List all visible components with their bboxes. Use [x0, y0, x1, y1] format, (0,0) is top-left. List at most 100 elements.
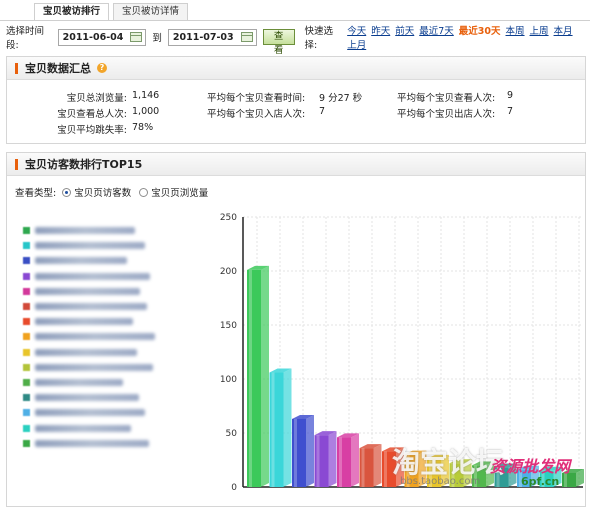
quick-select-link[interactable]: 最近7天 — [419, 26, 454, 37]
legend-swatch — [23, 348, 30, 356]
avg-enter-label: 平均每个宝贝入店人次: — [207, 109, 306, 120]
legend-swatch — [23, 242, 30, 250]
view-type-selector: 查看类型: 宝贝页访客数 宝贝页浏览量 — [15, 185, 208, 199]
legend-swatch — [23, 363, 30, 371]
legend-label-redacted — [35, 257, 127, 265]
legend-item[interactable] — [23, 375, 155, 390]
avg-view-time-value: 9 分27 秒 — [319, 93, 363, 104]
radio-visitors-label[interactable]: 宝贝页访客数 — [74, 185, 131, 199]
legend-label-redacted — [35, 363, 153, 371]
legend-item[interactable] — [23, 238, 155, 253]
calendar-icon[interactable] — [240, 32, 253, 42]
radio-pageviews[interactable] — [139, 187, 149, 197]
avg-exit-value: 7 — [507, 106, 514, 117]
bar[interactable] — [269, 368, 292, 487]
watermark-url: bbs.taobao.com — [400, 476, 481, 487]
bar[interactable] — [314, 431, 337, 487]
start-date-input[interactable]: 2011-06-04 — [57, 28, 147, 46]
radio-visitors[interactable] — [62, 187, 72, 197]
rank-title: 宝贝访客数排行TOP15 — [25, 158, 143, 171]
quick-select-link[interactable]: 最近30天 — [459, 26, 501, 37]
legend-swatch — [23, 409, 30, 417]
help-icon[interactable]: ? — [97, 63, 107, 73]
quick-select-link[interactable]: 今天 — [347, 26, 366, 37]
watermark-site-url: 6pf.cn — [521, 475, 560, 488]
y-tick-label: 0 — [231, 483, 237, 493]
legend-label-redacted — [35, 272, 150, 280]
summary-panel: 宝贝数据汇总 ? 宝贝总浏览量: 1,146 宝贝查看总人次: 1,000 宝贝… — [6, 56, 586, 144]
legend-item[interactable] — [23, 436, 155, 451]
y-tick-label: 100 — [220, 375, 237, 385]
summary-title: 宝贝数据汇总 — [25, 62, 91, 75]
legend-item[interactable] — [23, 253, 155, 268]
legend-item[interactable] — [23, 314, 155, 329]
legend-swatch — [23, 318, 30, 326]
quick-select-link[interactable]: 昨天 — [371, 26, 390, 37]
total-visits-label: 宝贝查看总人次: — [57, 109, 127, 120]
tab-item-detail[interactable]: 宝贝被访详情 — [113, 3, 189, 20]
total-views-value: 1,146 — [132, 90, 160, 101]
bar[interactable] — [359, 444, 382, 487]
legend-swatch — [23, 424, 30, 432]
bar[interactable] — [247, 265, 269, 487]
legend-swatch — [23, 439, 30, 447]
bar[interactable] — [292, 414, 314, 487]
legend-item[interactable] — [23, 329, 155, 344]
quick-select-links: 今天 昨天 前天 最近7天 最近30天 本周 上周 本月上月 — [347, 23, 586, 51]
y-tick-label: 150 — [220, 321, 237, 331]
rank-panel: 宝贝访客数排行TOP15 查看类型: 宝贝页访客数 宝贝页浏览量 0 50 100 1… — [6, 152, 586, 507]
legend-swatch — [23, 378, 30, 386]
tab-item-rank[interactable]: 宝贝被访排行 — [34, 3, 110, 21]
quick-select-link[interactable]: 本月 — [554, 26, 573, 37]
quick-select-link[interactable]: 前天 — [395, 26, 414, 37]
legend-item[interactable] — [23, 345, 155, 360]
date-to-label: 到 — [152, 33, 162, 44]
header-marker — [15, 158, 18, 170]
legend-item[interactable] — [23, 390, 155, 405]
legend-item[interactable] — [23, 360, 155, 375]
avg-exit-label: 平均每个宝贝出店人次: — [397, 109, 496, 120]
legend-item[interactable] — [23, 420, 155, 435]
summary-header: 宝贝数据汇总 ? — [7, 57, 585, 80]
legend-label-redacted — [35, 242, 145, 250]
legend-label-redacted — [35, 333, 155, 341]
calendar-icon[interactable] — [130, 32, 143, 42]
legend-label-redacted — [35, 394, 139, 402]
legend-item[interactable] — [23, 405, 155, 420]
date-range-label: 选择时间段: — [6, 26, 45, 51]
total-visits-value: 1,000 — [132, 106, 160, 117]
legend-label-redacted — [35, 287, 140, 295]
watermark-site-name: 资源批发网 — [490, 457, 571, 476]
y-tick-label: 200 — [220, 267, 237, 277]
start-date-value: 2011-06-04 — [62, 31, 124, 43]
query-button[interactable]: 查看 — [262, 29, 295, 56]
legend-label-redacted — [35, 424, 131, 432]
legend-label-redacted — [35, 378, 123, 386]
avg-enter-value: 7 — [319, 106, 326, 117]
quick-select-link[interactable]: 上周 — [530, 26, 549, 37]
legend-swatch — [23, 272, 30, 280]
bar[interactable] — [337, 433, 359, 487]
y-tick-label: 50 — [226, 429, 238, 439]
legend-label-redacted — [35, 227, 135, 235]
legend-item[interactable] — [23, 299, 155, 314]
legend-item[interactable] — [23, 223, 155, 238]
quick-select-link[interactable]: 本周 — [506, 26, 525, 37]
legend-swatch — [23, 394, 30, 402]
radio-pageviews-label[interactable]: 宝贝页浏览量 — [151, 185, 208, 199]
end-date-input[interactable]: 2011-07-03 — [167, 28, 257, 46]
legend-swatch — [23, 287, 30, 295]
legend-label-redacted — [35, 318, 133, 326]
legend-swatch — [23, 303, 30, 311]
legend-swatch — [23, 257, 30, 265]
legend-item[interactable] — [23, 269, 155, 284]
legend-item[interactable] — [23, 284, 155, 299]
legend-label-redacted — [35, 439, 149, 447]
legend-label-redacted — [35, 409, 145, 417]
legend-swatch — [23, 227, 30, 235]
legend-swatch — [23, 333, 30, 341]
header-marker — [15, 62, 18, 74]
quick-select-link[interactable]: 上月 — [347, 40, 366, 51]
bounce-rate-value: 78% — [132, 122, 154, 133]
tab-divider — [0, 20, 590, 21]
